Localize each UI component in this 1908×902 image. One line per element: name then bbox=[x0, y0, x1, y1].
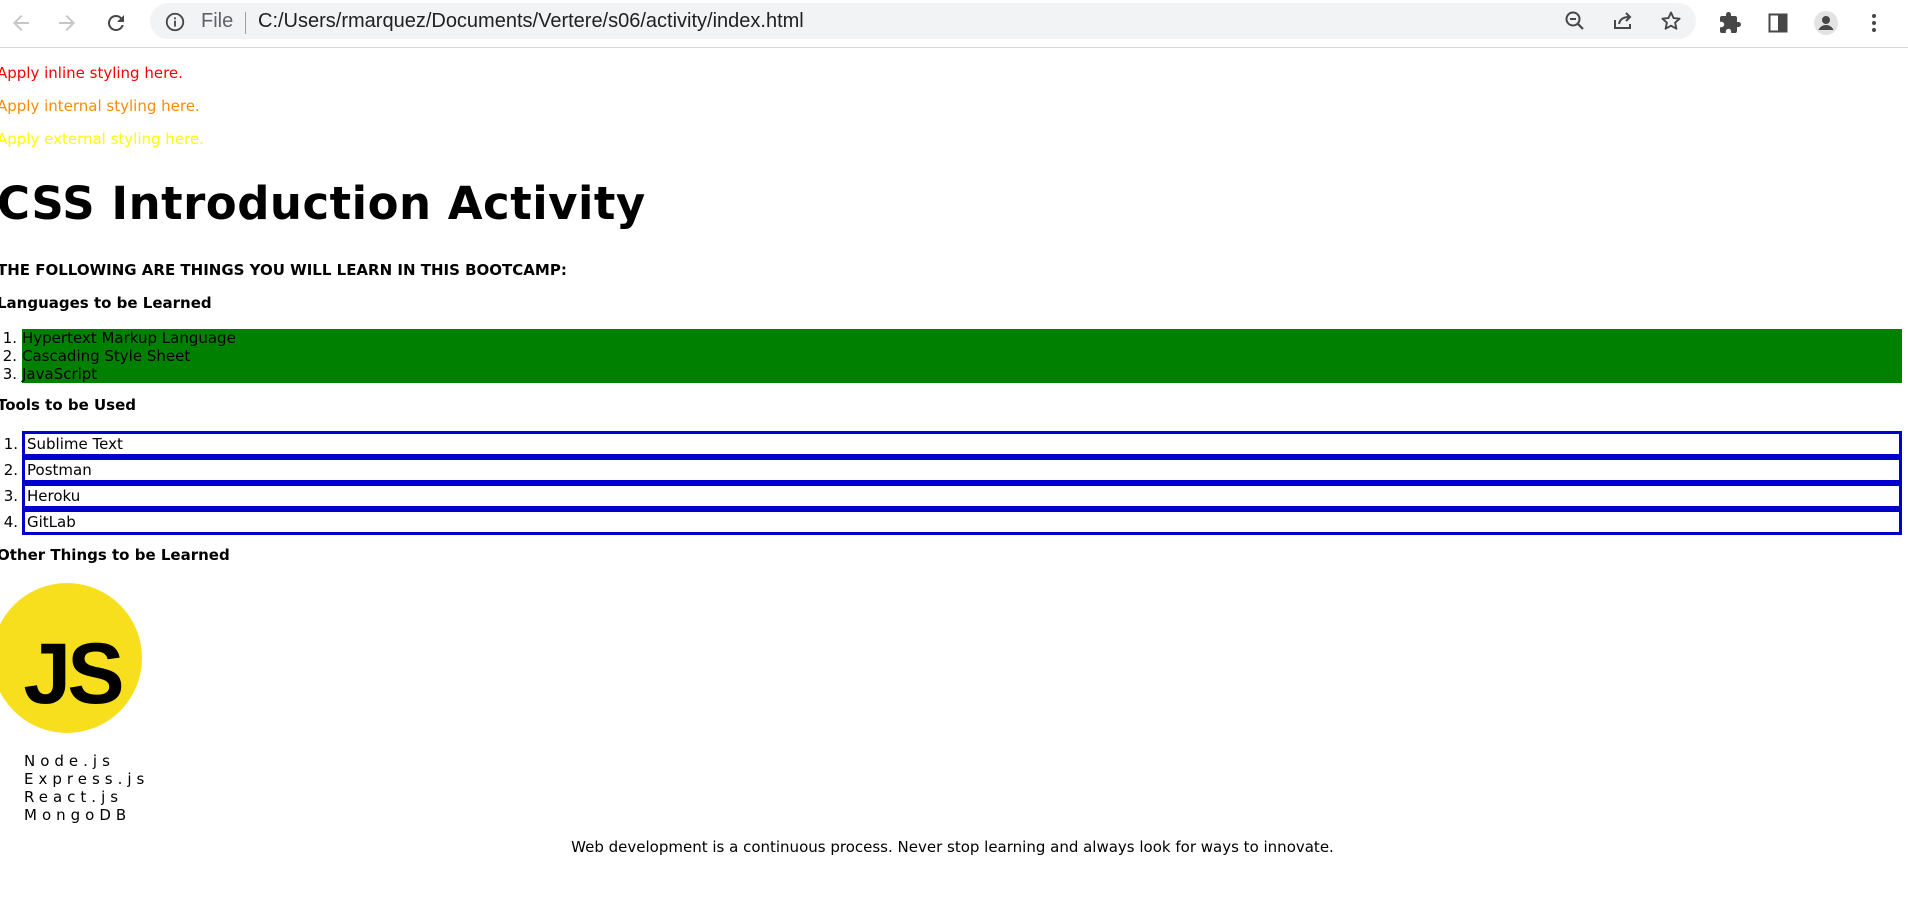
tools-heading: Tools to be Used bbox=[0, 396, 136, 414]
list-item: 4. GitLab bbox=[4, 509, 1902, 535]
inline-styling-text: Apply inline styling here. bbox=[0, 64, 183, 82]
reload-icon[interactable] bbox=[99, 6, 133, 40]
list-item: MongoDB bbox=[24, 806, 132, 824]
internal-styling-text: Apply internal styling here. bbox=[0, 97, 200, 115]
info-icon[interactable] bbox=[164, 11, 186, 33]
bootcamp-heading: THE FOLLOWING ARE THINGS YOU WILL LEARN … bbox=[0, 261, 567, 279]
external-styling-text: Apply external styling here. bbox=[0, 130, 204, 148]
zoom-out-icon[interactable] bbox=[1560, 6, 1590, 36]
browser-toolbar: File C:/Users/rmarquez/Documents/Vertere… bbox=[0, 0, 1908, 48]
list-item: 2. Cascading Style Sheet bbox=[3, 347, 1902, 365]
list-item: Node.js bbox=[24, 752, 115, 770]
language-item: Hypertext Markup Language bbox=[22, 329, 236, 347]
omnibox-divider bbox=[245, 12, 246, 34]
url-text[interactable]: C:/Users/rmarquez/Documents/Vertere/s06/… bbox=[258, 10, 804, 33]
forward-arrow-icon[interactable] bbox=[50, 6, 84, 40]
tool-item: GitLab bbox=[27, 513, 76, 531]
languages-heading: Languages to be Learned bbox=[0, 294, 212, 312]
list-item: 3. Heroku bbox=[4, 483, 1902, 509]
list-number: 1. bbox=[3, 435, 18, 453]
footer-text: Web development is a continuous process.… bbox=[571, 838, 1334, 856]
list-number: 3. bbox=[2, 365, 17, 383]
kebab-menu-icon[interactable] bbox=[1857, 6, 1891, 40]
js-logo-text: JS bbox=[23, 626, 121, 722]
list-number: 2. bbox=[2, 347, 17, 365]
tool-item: Sublime Text bbox=[27, 435, 123, 453]
page-title: CSS Introduction Activity bbox=[0, 177, 646, 230]
back-arrow-icon[interactable] bbox=[4, 6, 38, 40]
address-bar[interactable]: File C:/Users/rmarquez/Documents/Vertere… bbox=[150, 3, 1696, 39]
list-item: React.js bbox=[24, 788, 124, 806]
languages-list: 1. Hypertext Markup Language 2. Cascading … bbox=[3, 329, 1902, 383]
language-item: Cascading Style Sheet bbox=[22, 347, 191, 365]
other-things-heading: Other Things to be Learned bbox=[0, 546, 230, 564]
side-panel-icon[interactable] bbox=[1761, 6, 1795, 40]
list-item: 1. Hypertext Markup Language bbox=[3, 329, 1902, 347]
list-number: 1. bbox=[2, 329, 17, 347]
star-icon[interactable] bbox=[1656, 6, 1686, 36]
tool-item: Postman bbox=[27, 461, 92, 479]
list-number: 2. bbox=[3, 461, 18, 479]
javascript-logo: JS bbox=[0, 583, 142, 733]
list-number: 4. bbox=[3, 513, 18, 531]
list-item: 2. Postman bbox=[4, 457, 1902, 483]
puzzle-icon[interactable] bbox=[1713, 6, 1747, 40]
list-item: 3. JavaScript bbox=[3, 365, 1902, 383]
list-item: Express.js bbox=[24, 770, 150, 788]
profile-avatar-icon[interactable] bbox=[1809, 6, 1843, 40]
share-icon[interactable] bbox=[1608, 6, 1638, 36]
tools-list: 1. Sublime Text 2. Postman 3. Heroku 4. GitL… bbox=[4, 431, 1902, 535]
list-number: 3. bbox=[3, 487, 18, 505]
language-item: JavaScript bbox=[22, 365, 98, 383]
tool-item: Heroku bbox=[27, 487, 81, 505]
list-item: 1. Sublime Text bbox=[4, 431, 1902, 457]
scheme-label: File bbox=[201, 10, 234, 32]
other-things-list: Node.js Express.js React.js MongoDB bbox=[24, 752, 149, 824]
